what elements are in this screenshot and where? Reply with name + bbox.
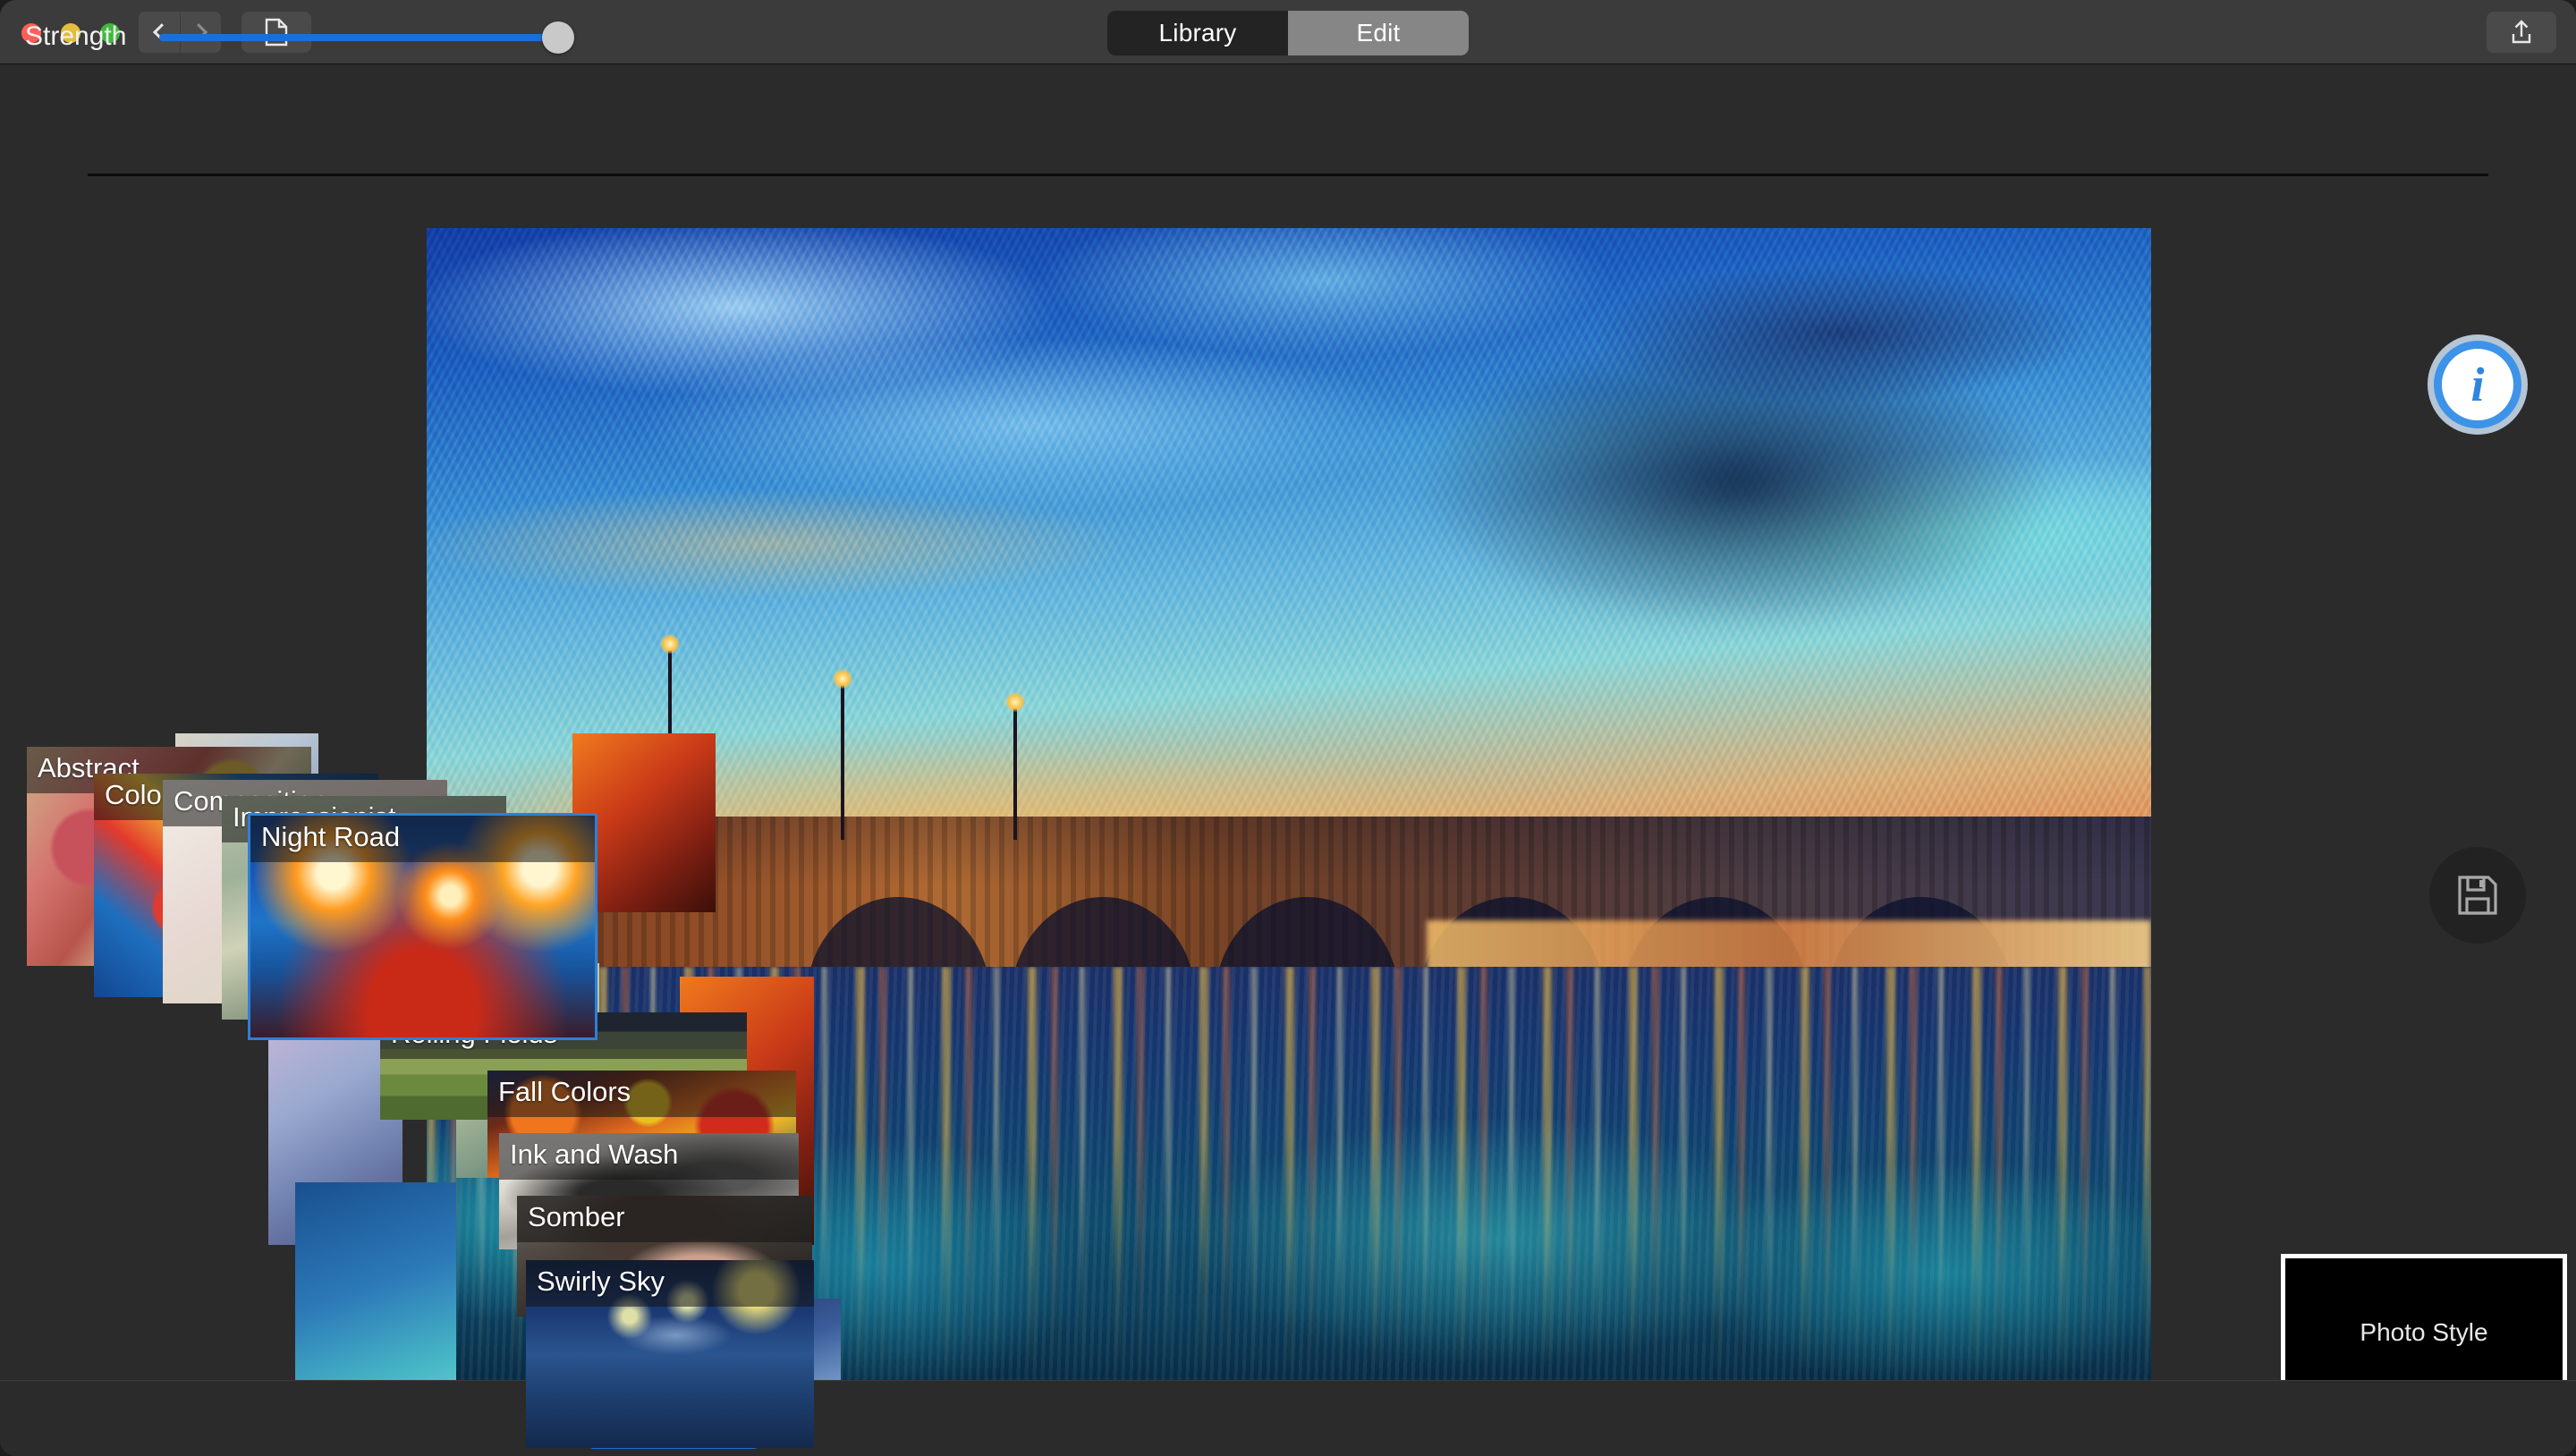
photo-style-label: Photo Style xyxy=(2360,1318,2488,1346)
style-thumbnail-label: Fall Colors xyxy=(487,1071,796,1117)
content-area: i Photo Style Abstract Colorful Night Ro… xyxy=(0,64,2576,1451)
style-thumbnail-label: Ink and Wash xyxy=(499,1133,799,1180)
info-button[interactable]: i xyxy=(2434,341,2521,428)
app-window: Library Edit i Photo Style Abstract Colo… xyxy=(0,0,2576,1456)
titlebar: Library Edit xyxy=(0,0,2576,64)
share-export-icon xyxy=(2512,20,2531,44)
strength-slider-track[interactable] xyxy=(159,34,560,41)
strength-slider[interactable] xyxy=(159,21,574,54)
tab-edit[interactable]: Edit xyxy=(1288,11,1469,55)
strength-label: Strength xyxy=(25,21,127,51)
bottom-toolbar xyxy=(0,1380,2576,1456)
save-button[interactable] xyxy=(2429,847,2526,944)
floppy-disk-save-icon xyxy=(2458,876,2497,915)
navigation-group xyxy=(139,12,221,53)
back-button[interactable] xyxy=(139,12,180,53)
mode-segmented-control[interactable]: Library Edit xyxy=(1107,11,1469,55)
style-thumbnail-stack: Abstract Colorful Glass Composition Impr… xyxy=(0,64,1073,1451)
strength-slider-knob[interactable] xyxy=(542,21,574,54)
forward-button[interactable] xyxy=(180,12,221,53)
share-button[interactable] xyxy=(2487,12,2556,53)
photo-dark-cloud xyxy=(1392,320,2082,644)
style-thumbnail-label: Somber xyxy=(517,1196,812,1242)
document-icon xyxy=(265,18,288,47)
style-thumbnail-label: Night Road xyxy=(250,816,595,862)
style-thumbnail-night-road[interactable]: Night Road xyxy=(248,813,597,1040)
style-thumbnail-label: Swirly Sky xyxy=(526,1260,814,1307)
document-button[interactable] xyxy=(242,12,311,53)
style-thumbnail-swirly-sky[interactable]: Swirly Sky xyxy=(526,1260,814,1448)
tab-library[interactable]: Library xyxy=(1107,11,1288,55)
